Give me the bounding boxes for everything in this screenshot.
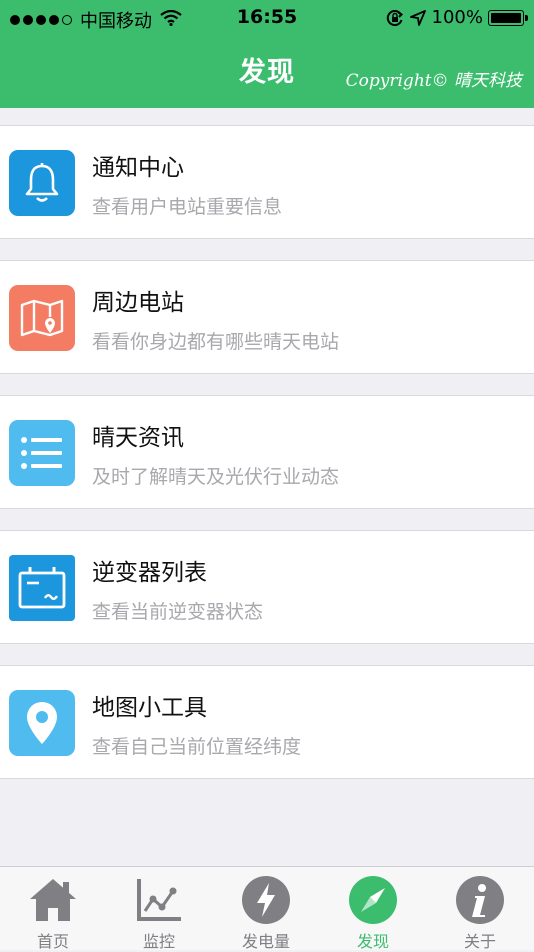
menu-item-subtitle: 查看当前逆变器状态 bbox=[92, 601, 264, 623]
menu-item-nearby-stations[interactable]: 周边电站 看看你身边都有哪些晴天电站 bbox=[0, 260, 534, 374]
battery-icon bbox=[488, 9, 528, 26]
location-arrow-icon bbox=[409, 9, 426, 26]
tab-label: 发电量 bbox=[241, 932, 290, 951]
chart-icon bbox=[134, 875, 184, 925]
tab-bar: 首页 监控 发电量 发现 关于 bbox=[0, 866, 534, 951]
menu-item-title: 晴天资讯 bbox=[92, 425, 184, 451]
inverter-icon bbox=[9, 555, 75, 621]
map-pin-icon bbox=[9, 285, 75, 351]
rotation-lock-icon bbox=[386, 9, 403, 26]
copyright-label: Copyright© 晴天科技 bbox=[345, 71, 522, 91]
menu-item-title: 地图小工具 bbox=[92, 695, 207, 721]
battery-percent: 100% bbox=[431, 7, 483, 28]
status-right: 100% bbox=[386, 7, 528, 28]
menu-item-subtitle: 看看你身边都有哪些晴天电站 bbox=[92, 331, 340, 353]
menu-item-news[interactable]: 晴天资讯 及时了解晴天及光伏行业动态 bbox=[0, 395, 534, 509]
tab-label: 发现 bbox=[356, 932, 389, 951]
info-icon bbox=[455, 875, 505, 925]
list-icon bbox=[9, 420, 75, 486]
menu-item-title: 通知中心 bbox=[92, 155, 184, 181]
tab-discover[interactable]: 发现 bbox=[320, 867, 426, 951]
bell-icon bbox=[9, 150, 75, 216]
menu-item-notification-center[interactable]: 通知中心 查看用户电站重要信息 bbox=[0, 125, 534, 239]
menu-item-title: 逆变器列表 bbox=[92, 560, 207, 586]
menu-item-inverter-list[interactable]: 逆变器列表 查看当前逆变器状态 bbox=[0, 530, 534, 644]
menu-item-subtitle: 及时了解晴天及光伏行业动态 bbox=[92, 466, 340, 488]
status-bar: 中国移动 16:55 100% bbox=[0, 0, 534, 36]
home-icon bbox=[28, 875, 78, 925]
tab-label: 首页 bbox=[36, 932, 69, 951]
tab-monitor[interactable]: 监控 bbox=[106, 867, 212, 951]
lightning-icon bbox=[241, 875, 291, 925]
compass-icon bbox=[348, 875, 398, 925]
tab-generation[interactable]: 发电量 bbox=[213, 867, 319, 951]
menu-item-title: 周边电站 bbox=[92, 290, 184, 316]
tab-home[interactable]: 首页 bbox=[0, 867, 106, 951]
tab-about[interactable]: 关于 bbox=[427, 867, 533, 951]
tab-label: 关于 bbox=[463, 932, 496, 951]
menu-item-subtitle: 查看自己当前位置经纬度 bbox=[92, 736, 302, 758]
tab-label: 监控 bbox=[142, 932, 175, 951]
location-icon bbox=[9, 690, 75, 756]
navigation-header: 中国移动 16:55 100% 发现 Copyright© 晴天科技 bbox=[0, 0, 534, 108]
menu-item-map-tool[interactable]: 地图小工具 查看自己当前位置经纬度 bbox=[0, 665, 534, 779]
menu-item-subtitle: 查看用户电站重要信息 bbox=[92, 196, 283, 218]
